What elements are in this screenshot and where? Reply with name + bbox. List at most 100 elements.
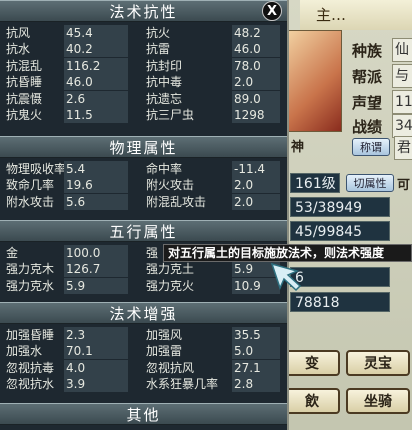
stat-label: 抗风 bbox=[6, 26, 31, 40]
exp-field: 78818 bbox=[290, 292, 390, 312]
stat-label: 抗封印 bbox=[146, 58, 183, 73]
stat-value: 70.1 bbox=[64, 343, 128, 360]
stat-value: 3.9 bbox=[64, 376, 128, 393]
attribute-panel: 法术抗性 X 抗风 45.4 抗火 48.2 抗水 40.2 抗雷 46.0 抗… bbox=[0, 0, 289, 430]
title-value: 君 bbox=[394, 136, 412, 160]
transform-button[interactable]: 变 bbox=[284, 350, 340, 376]
mp-field: 45/99845 bbox=[290, 221, 390, 241]
stat-value: 2.0 bbox=[232, 193, 280, 210]
stat-row: 强力克木 126.7 强力克土 5.9 bbox=[4, 261, 284, 278]
stat-row: 抗风 45.4 抗火 48.2 bbox=[4, 25, 284, 41]
stat-row: 物理吸收率 5.4 命中率 -11.4 bbox=[4, 161, 284, 177]
stat-value: -11.4 bbox=[232, 161, 280, 177]
stat-value: 100.0 bbox=[64, 245, 128, 261]
stat-label: 抗火 bbox=[146, 26, 171, 40]
stat-label: 抗雷 bbox=[146, 42, 171, 57]
stat-value: 27.1 bbox=[232, 359, 280, 376]
stat-label: 抗三尸虫 bbox=[146, 107, 195, 122]
level-field: 161级 bbox=[290, 173, 340, 193]
stat-value: 48.2 bbox=[232, 25, 280, 41]
section-header-magic-resist: 法术抗性 bbox=[0, 0, 287, 22]
stat-value: 89.0 bbox=[232, 90, 280, 107]
stat-value: 5.9 bbox=[64, 277, 128, 294]
mount-button[interactable]: 坐骑 bbox=[346, 388, 410, 414]
element-tooltip: 对五行属土的目标施放法术，则法术强度 bbox=[163, 244, 412, 262]
faction-label: 帮派 bbox=[352, 68, 383, 86]
stat-label: 加强风 bbox=[146, 328, 183, 342]
stat-value: 1298 bbox=[232, 106, 280, 123]
stat-value: 40.2 bbox=[64, 41, 128, 58]
stat-row: 忽视抗水 3.9 水系狂暴几率 2.8 bbox=[4, 376, 284, 393]
stat-label: 抗遗忘 bbox=[146, 91, 183, 106]
character-portrait bbox=[282, 30, 342, 132]
stat-label: 命中率 bbox=[146, 162, 183, 176]
section-header-five-elements: 五行属性 bbox=[0, 220, 287, 242]
race-label: 种族 bbox=[352, 42, 383, 60]
stat-value: 2.0 bbox=[232, 177, 280, 194]
mouse-cursor-icon bbox=[270, 262, 302, 292]
prestige-label: 声望 bbox=[352, 94, 383, 112]
section-header-physical: 物理属性 bbox=[0, 136, 287, 158]
stat-label: 强力克木 bbox=[6, 262, 55, 277]
record-value: 34 bbox=[392, 114, 412, 138]
stat-row: 抗震慑 2.6 抗遗忘 89.0 bbox=[4, 90, 284, 107]
stat-row: 抗鬼火 11.5 抗三尸虫 1298 bbox=[4, 106, 284, 123]
stat-value: 2.8 bbox=[232, 376, 280, 393]
stat-row: 加强水 70.1 加强雷 5.0 bbox=[4, 343, 284, 360]
spirit-treasure-button[interactable]: 灵宝 bbox=[346, 350, 410, 376]
stat-label: 强力克火 bbox=[146, 278, 195, 293]
stat-value: 126.7 bbox=[64, 261, 128, 278]
stat-row: 强力克水 5.9 强力克火 10.9 bbox=[4, 277, 284, 294]
switch-attribute-button[interactable]: 切属性 bbox=[346, 174, 394, 192]
stat-value: 5.0 bbox=[232, 343, 280, 360]
stat-label: 抗混乱 bbox=[6, 58, 43, 73]
physical-grid: 物理吸收率 5.4 命中率 -11.4 致命几率 19.6 附火攻击 2.0 附… bbox=[4, 161, 284, 210]
drink-button[interactable]: 飲 bbox=[284, 388, 340, 414]
stat-row: 附水攻击 5.6 附混乱攻击 2.0 bbox=[4, 193, 284, 210]
stat-value: 2.0 bbox=[232, 74, 280, 91]
stat-value: 4.0 bbox=[64, 359, 128, 376]
stat-label: 抗震慑 bbox=[6, 91, 43, 106]
window-title: 主… bbox=[300, 0, 412, 30]
stat-label: 附混乱攻击 bbox=[146, 194, 207, 209]
stat-label: 强 bbox=[146, 246, 159, 260]
stat-row: 致命几率 19.6 附火攻击 2.0 bbox=[4, 177, 284, 194]
stat-value: 11.5 bbox=[64, 106, 128, 123]
stat-label: 物理吸收率 bbox=[6, 162, 67, 176]
stat-value: 2.6 bbox=[64, 90, 128, 107]
stat-label: 强力克土 bbox=[146, 262, 195, 277]
stat-value: 78.0 bbox=[232, 57, 280, 74]
stat-value: 2.3 bbox=[64, 327, 128, 343]
title-button[interactable]: 称谓 bbox=[352, 138, 390, 156]
stat-value: 5.6 bbox=[64, 193, 128, 210]
prestige-value: 11 bbox=[392, 90, 412, 114]
stat-label: 忽视抗水 bbox=[6, 377, 55, 392]
magic-resist-grid: 抗风 45.4 抗火 48.2 抗水 40.2 抗雷 46.0 抗混乱 116.… bbox=[4, 25, 284, 123]
stat-value: 35.5 bbox=[232, 327, 280, 343]
stat-label: 抗昏睡 bbox=[6, 75, 43, 90]
stat-row: 抗昏睡 46.0 抗中毒 2.0 bbox=[4, 74, 284, 91]
record-label: 战绩 bbox=[352, 118, 383, 136]
stat-label: 加强昏睡 bbox=[6, 328, 55, 342]
magic-boost-grid: 加强昏睡 2.3 加强风 35.5 加强水 70.1 加强雷 5.0 忽视抗毒 … bbox=[4, 327, 284, 393]
extra-char: 可 bbox=[397, 178, 411, 193]
sp-field: 6 bbox=[290, 267, 390, 287]
stat-value: 19.6 bbox=[64, 177, 128, 194]
stat-label: 加强水 bbox=[6, 344, 43, 359]
stat-label: 忽视抗毒 bbox=[6, 360, 55, 375]
faction-value: 与 bbox=[392, 64, 412, 88]
stat-label: 附火攻击 bbox=[146, 178, 195, 193]
stat-value: 46.0 bbox=[64, 74, 128, 91]
race-value: 仙 bbox=[392, 38, 412, 62]
stat-row: 加强昏睡 2.3 加强风 35.5 bbox=[4, 327, 284, 343]
stat-value: 5.4 bbox=[64, 161, 128, 177]
section-header-other[interactable]: 其他 bbox=[0, 403, 287, 425]
stat-label: 忽视抗风 bbox=[146, 360, 195, 375]
stat-label: 金 bbox=[6, 246, 19, 260]
stat-label: 强力克水 bbox=[6, 278, 55, 293]
stat-label: 加强雷 bbox=[146, 344, 183, 359]
close-button[interactable]: X bbox=[262, 1, 282, 21]
stat-row: 抗混乱 116.2 抗封印 78.0 bbox=[4, 57, 284, 74]
hp-field: 53/38949 bbox=[290, 197, 390, 217]
stat-label: 抗鬼火 bbox=[6, 107, 43, 122]
